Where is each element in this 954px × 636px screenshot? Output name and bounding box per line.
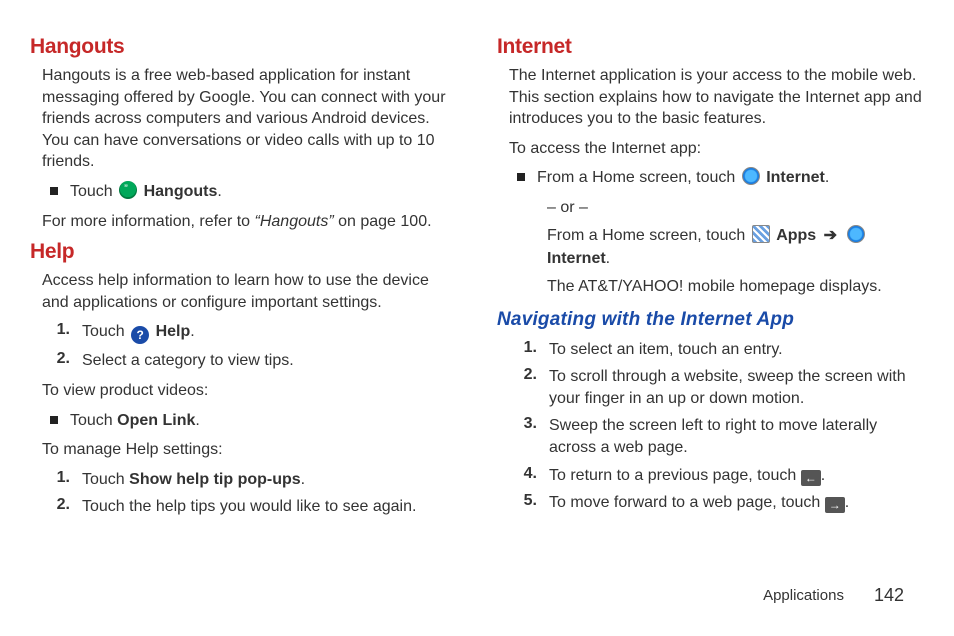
step-text: Sweep the screen left to right to move l…: [549, 415, 924, 458]
left-column: Hangouts Hangouts is a free web-based ap…: [30, 35, 457, 526]
help-step-1: 1. Touch ? Help.: [30, 321, 457, 344]
num-marker: 4.: [517, 465, 537, 483]
step-text: Touch ? Help.: [82, 321, 457, 344]
hangouts-icon: [119, 181, 137, 199]
nav-step-3: 3. Sweep the screen left to right to mov…: [497, 415, 924, 458]
num-marker: 1.: [517, 339, 537, 357]
help-settings-step-1: 1. Touch Show help tip pop-ups.: [30, 469, 457, 491]
text-bold: Show help tip pop-ups: [129, 471, 301, 488]
arrow-icon: ➔: [824, 225, 837, 247]
text-suffix: .: [821, 467, 825, 484]
text-prefix: Touch: [70, 412, 117, 429]
step-text: Touch Show help tip pop-ups.: [82, 469, 457, 491]
nav-step-1: 1. To select an item, touch an entry.: [497, 339, 924, 361]
internet-access-para: To access the Internet app:: [497, 138, 924, 160]
footer-section: Applications: [763, 587, 844, 604]
bullet-text: From a Home screen, touch Internet.: [537, 167, 924, 189]
help-icon: ?: [131, 326, 149, 344]
help-steps: 1. Touch ? Help. 2. Select a category to…: [30, 321, 457, 372]
nav-step-5: 5. To move forward to a web page, touch …: [497, 492, 924, 514]
nav-steps: 1. To select an item, touch an entry. 2.…: [497, 339, 924, 514]
text-suffix: .: [190, 323, 194, 340]
hangouts-reference: For more information, refer to “Hangouts…: [30, 211, 457, 233]
globe-icon: [742, 167, 760, 185]
forward-icon: →: [825, 497, 845, 513]
hangouts-bullets: Touch Hangouts.: [30, 181, 457, 203]
globe-icon: [847, 225, 865, 243]
text-bold: Open Link: [117, 412, 195, 429]
page-footer: Applications 142: [763, 585, 904, 606]
text-prefix: To return to a previous page, touch: [549, 467, 801, 484]
help-settings-para: To manage Help settings:: [30, 439, 457, 461]
text-prefix: Touch: [82, 471, 129, 488]
text-suffix: .: [195, 412, 199, 429]
text-bold: Hangouts: [144, 183, 218, 200]
internet-alt-path: From a Home screen, touch Apps ➔ Interne…: [497, 225, 924, 270]
footer-page-number: 142: [874, 585, 904, 606]
text-prefix: Touch: [82, 323, 129, 340]
heading-help: Help: [30, 240, 457, 264]
step-text: To scroll through a website, sweep the s…: [549, 366, 924, 409]
heading-navigating: Navigating with the Internet App: [497, 309, 924, 331]
bullet-marker: [50, 416, 58, 424]
bullet-marker: [50, 187, 58, 195]
bullet-marker: [517, 173, 525, 181]
num-marker: 2.: [517, 366, 537, 384]
text-prefix: From a Home screen, touch: [537, 169, 740, 186]
text-suffix: .: [301, 471, 305, 488]
help-videos-bullet: Touch Open Link.: [30, 410, 457, 432]
num-marker: 1.: [50, 321, 70, 339]
hangouts-bullet-1: Touch Hangouts.: [30, 181, 457, 203]
help-settings-step-2: 2. Touch the help tips you would like to…: [30, 496, 457, 518]
help-step-2: 2. Select a category to view tips.: [30, 350, 457, 372]
ref-italic: “Hangouts”: [255, 213, 334, 230]
help-videos-para: To view product videos:: [30, 380, 457, 402]
help-settings-steps: 1. Touch Show help tip pop-ups. 2. Touch…: [30, 469, 457, 518]
num-marker: 1.: [50, 469, 70, 487]
internet-label: Internet: [547, 250, 606, 267]
num-marker: 2.: [50, 350, 70, 368]
num-marker: 2.: [50, 496, 70, 514]
right-column: Internet The Internet application is you…: [497, 35, 924, 526]
text-bold: Help: [156, 323, 191, 340]
internet-homepage: The AT&T/YAHOO! mobile homepage displays…: [497, 276, 924, 298]
num-marker: 3.: [517, 415, 537, 433]
help-description: Access help information to learn how to …: [30, 270, 457, 313]
back-icon: ←: [801, 470, 821, 486]
internet-bullet-1: From a Home screen, touch Internet.: [497, 167, 924, 189]
heading-internet: Internet: [497, 35, 924, 59]
internet-or: – or –: [497, 197, 924, 219]
text-suffix: .: [217, 183, 221, 200]
step-text: To return to a previous page, touch ←.: [549, 465, 924, 487]
num-marker: 5.: [517, 492, 537, 510]
help-videos-bullets: Touch Open Link.: [30, 410, 457, 432]
heading-hangouts: Hangouts: [30, 35, 457, 59]
text-bold: Internet: [766, 169, 825, 186]
text-prefix: From a Home screen, touch: [547, 227, 750, 244]
ref-prefix: For more information, refer to: [42, 213, 255, 230]
bullet-text: Touch Open Link.: [70, 410, 457, 432]
text-prefix: Touch: [70, 183, 117, 200]
text-suffix: .: [845, 494, 849, 511]
apps-icon: [752, 225, 770, 243]
internet-description: The Internet application is your access …: [497, 65, 924, 130]
content-columns: Hangouts Hangouts is a free web-based ap…: [30, 35, 924, 526]
step-text: Touch the help tips you would like to se…: [82, 496, 457, 518]
text-suffix: .: [606, 250, 610, 267]
step-text: To move forward to a web page, touch →.: [549, 492, 924, 514]
step-text: Select a category to view tips.: [82, 350, 457, 372]
bullet-text: Touch Hangouts.: [70, 181, 457, 203]
nav-step-4: 4. To return to a previous page, touch ←…: [497, 465, 924, 487]
text-prefix: To move forward to a web page, touch: [549, 494, 825, 511]
hangouts-description: Hangouts is a free web-based application…: [30, 65, 457, 173]
step-text: To select an item, touch an entry.: [549, 339, 924, 361]
ref-suffix: on page 100.: [334, 213, 432, 230]
nav-step-2: 2. To scroll through a website, sweep th…: [497, 366, 924, 409]
text-suffix: .: [825, 169, 829, 186]
apps-label: Apps: [776, 227, 816, 244]
internet-bullets: From a Home screen, touch Internet.: [497, 167, 924, 189]
